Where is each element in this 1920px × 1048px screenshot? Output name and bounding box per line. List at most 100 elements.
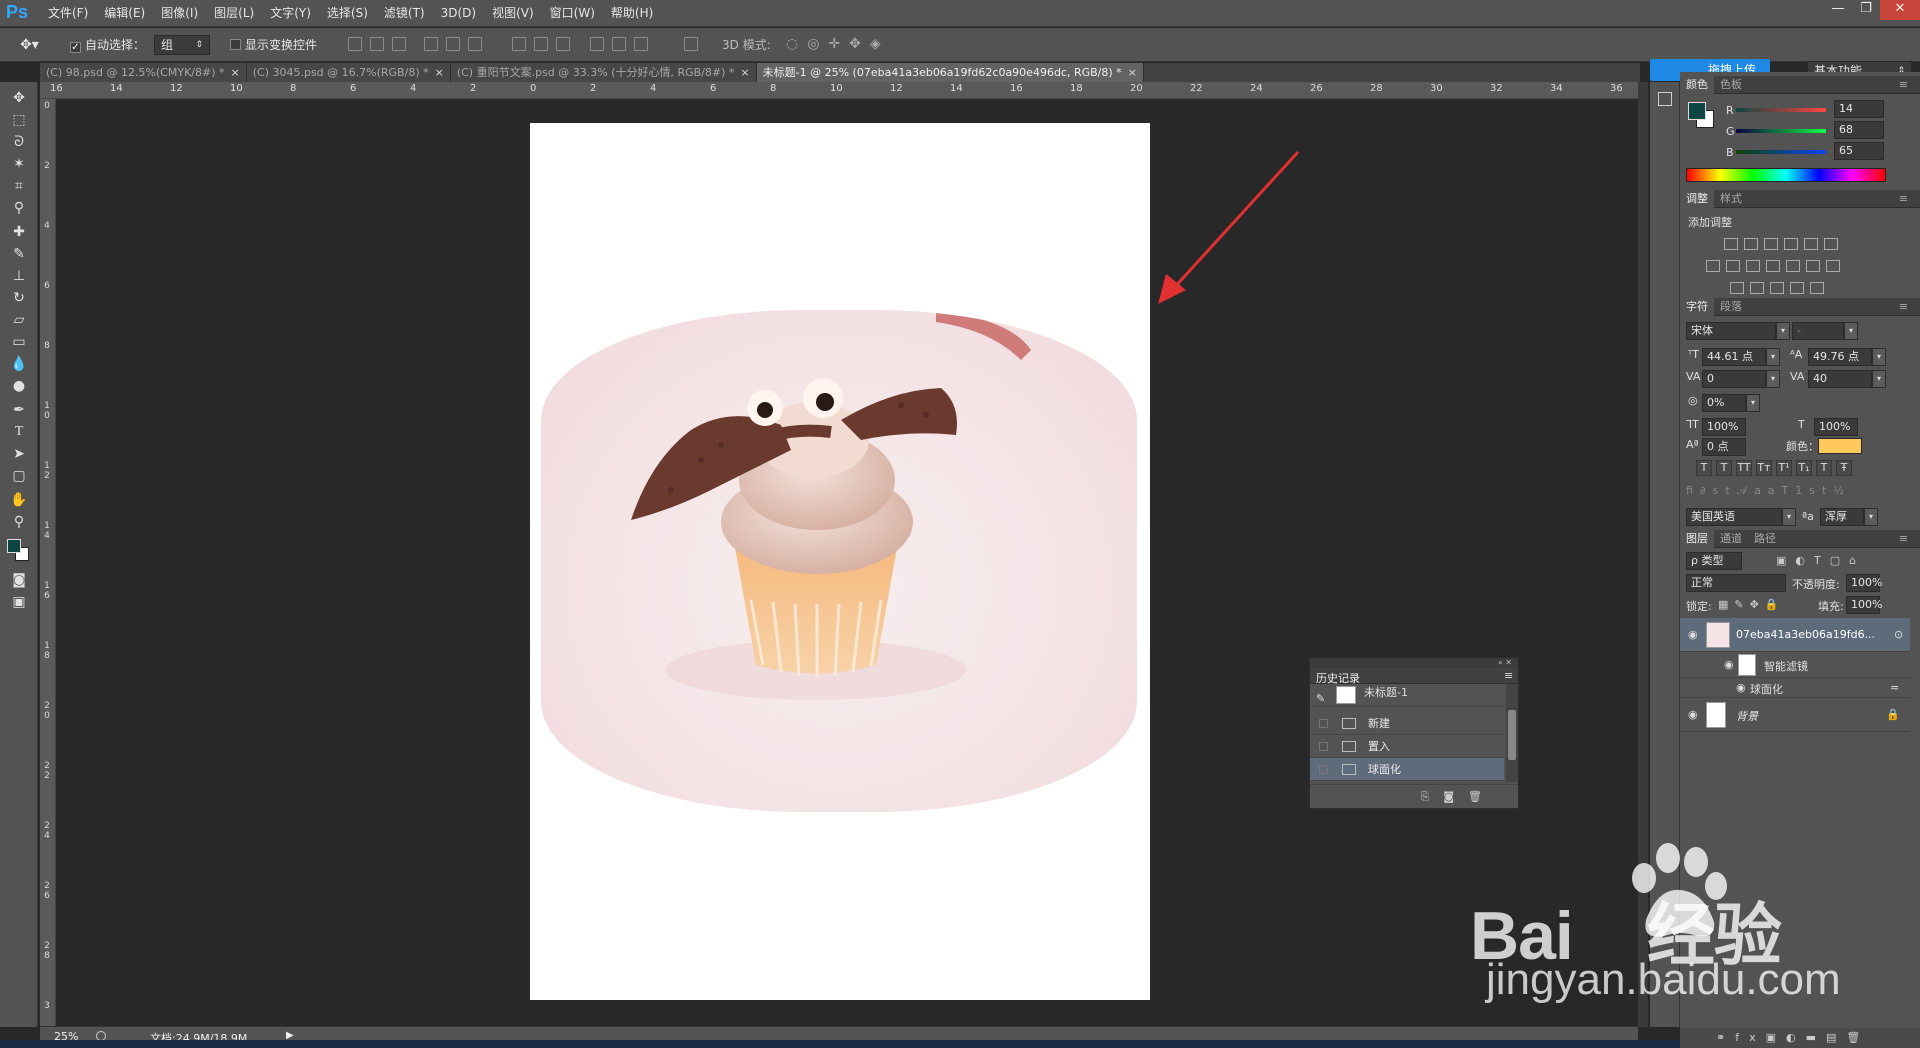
tab-close-icon[interactable]: × — [231, 66, 240, 79]
shape-tool-icon[interactable]: ▢ — [9, 466, 29, 486]
leading-arrow[interactable]: ▾ — [1872, 348, 1886, 366]
move-tool-icon[interactable]: ✥▾ — [20, 35, 39, 55]
antialias-dropdown[interactable]: 浑厚 — [1820, 508, 1864, 526]
b-slider[interactable] — [1736, 150, 1826, 154]
text-color-swatch[interactable] — [1818, 438, 1862, 454]
spherize-filter-label[interactable]: 球面化 — [1750, 681, 1783, 697]
menu-3d[interactable]: 3D(D) — [433, 0, 484, 27]
vertical-scale-input[interactable]: 100% — [1702, 418, 1746, 436]
leading-input[interactable]: 49.76 点 — [1808, 348, 1872, 366]
tracking-input[interactable]: 40 — [1808, 370, 1872, 388]
color-picker-swatches[interactable] — [1686, 100, 1718, 132]
visibility-eye-icon[interactable]: ◉ — [1688, 628, 1698, 641]
eyedropper-tool-icon[interactable]: ⚲ — [9, 198, 29, 218]
adjustment-icon[interactable] — [1766, 260, 1780, 272]
font-style-dropdown[interactable]: - — [1792, 322, 1844, 340]
tab-adjustments[interactable]: 调整 — [1680, 190, 1714, 208]
tab-paragraph[interactable]: 段落 — [1714, 298, 1748, 316]
healing-tool-icon[interactable]: ✚ — [9, 222, 29, 242]
tab-swatches[interactable]: 色板 — [1714, 76, 1748, 94]
quick-mask-icon[interactable]: ◙ — [9, 570, 29, 590]
blend-mode-dropdown[interactable]: 正常 — [1686, 574, 1786, 592]
tab-98psd[interactable]: (C) 98.psd @ 12.5%(CMYK/8#) * × — [40, 63, 247, 83]
menu-select[interactable]: 选择(S) — [319, 0, 376, 27]
scale-pct-input[interactable]: 0% — [1702, 394, 1746, 412]
brush-tool-icon[interactable]: ✎ — [9, 244, 29, 264]
blur-tool-icon[interactable]: 💧 — [9, 354, 29, 374]
visibility-eye-icon[interactable]: ◉ — [1736, 681, 1746, 694]
visibility-eye-icon[interactable]: ◉ — [1688, 708, 1698, 721]
distribute-right-icon[interactable] — [634, 37, 648, 51]
tab-character[interactable]: 字符 — [1680, 298, 1714, 316]
r-slider[interactable] — [1736, 108, 1826, 112]
g-value-input[interactable]: 68 — [1834, 121, 1884, 139]
type-style-button[interactable]: T₁ — [1796, 460, 1812, 476]
eraser-tool-icon[interactable]: ▱ — [9, 310, 29, 330]
tab-layers[interactable]: 图层 — [1680, 530, 1714, 548]
type-style-button[interactable]: TT — [1736, 460, 1752, 476]
distribute-bottom-icon[interactable] — [556, 37, 570, 51]
type-style-button[interactable]: Ŧ — [1836, 460, 1852, 476]
history-item[interactable]: 置入 — [1310, 735, 1504, 758]
align-right-icon[interactable] — [468, 37, 482, 51]
history-footer-icons[interactable]: ⎘◙🗑 — [1310, 784, 1518, 808]
menu-filter[interactable]: 滤镜(T) — [376, 0, 433, 27]
adjustment-icon[interactable] — [1726, 260, 1740, 272]
opacity-input[interactable]: 100% — [1846, 574, 1882, 592]
tab-close-icon[interactable]: × — [740, 66, 749, 79]
fill-input[interactable]: 100% — [1846, 596, 1882, 614]
opentype-icons[interactable]: ﬁ∂st𝒜aaT1st½ — [1686, 484, 1886, 498]
type-style-button[interactable]: T — [1716, 460, 1732, 476]
font-family-dropdown[interactable]: 宋体 — [1686, 322, 1776, 340]
history-brush-icon[interactable]: ↻ — [9, 288, 29, 308]
panel-menu-icon[interactable]: ≡ — [1893, 298, 1914, 316]
panel-menu-icon[interactable]: ≡ — [1893, 530, 1914, 548]
marquee-tool-icon[interactable]: ⬚ — [9, 110, 29, 130]
history-panel-icon[interactable] — [1658, 92, 1672, 106]
menu-view[interactable]: 视图(V) — [484, 0, 542, 27]
filter-options-icon[interactable]: ≂ — [1890, 681, 1899, 694]
adjustment-icon[interactable] — [1724, 238, 1738, 250]
adjustment-icon[interactable] — [1750, 282, 1764, 294]
zoom-tool-icon[interactable]: ⚲ — [9, 512, 29, 532]
stamp-tool-icon[interactable]: ⊥ — [9, 266, 29, 286]
layer-row-spherize[interactable]: ◉ 球面化 ≂ — [1680, 678, 1910, 698]
baseline-input[interactable]: 0 点 — [1702, 438, 1746, 456]
minimize-button[interactable]: — — [1824, 0, 1852, 20]
type-style-button[interactable]: T — [1696, 460, 1712, 476]
distribute-top-icon[interactable] — [512, 37, 526, 51]
align-vcenter-icon[interactable] — [370, 37, 384, 51]
tab-paths[interactable]: 路径 — [1748, 530, 1782, 548]
menu-edit[interactable]: 编辑(E) — [96, 0, 153, 27]
menu-help[interactable]: 帮助(H) — [603, 0, 661, 27]
type-style-button[interactable]: T — [1816, 460, 1832, 476]
tab-channels[interactable]: 通道 — [1714, 530, 1748, 548]
3d-tools-icon[interactable]: ◌◎✛✥◈ — [786, 36, 890, 52]
pen-tool-icon[interactable]: ✒ — [9, 400, 29, 420]
tab-3045psd[interactable]: (C) 3045.psd @ 16.7%(RGB/8) * × — [246, 63, 451, 83]
align-hcenter-icon[interactable] — [446, 37, 460, 51]
screen-mode-icon[interactable]: ▣ — [9, 592, 29, 612]
b-value-input[interactable]: 65 — [1834, 142, 1884, 160]
adjustment-icon[interactable] — [1806, 260, 1820, 272]
color-spectrum-bar[interactable] — [1686, 168, 1886, 182]
adjustment-icon[interactable] — [1764, 238, 1778, 250]
auto-align-icon[interactable] — [684, 37, 698, 51]
kerning-arrow[interactable]: ▾ — [1766, 370, 1780, 388]
tab-untitled-1[interactable]: 未标题-1 @ 25% (07eba41a3eb06a19fd62c0a90e4… — [756, 63, 1144, 83]
auto-select-dropdown[interactable]: 组 ⇕ — [154, 35, 210, 55]
layers-footer-icons[interactable]: ⚭fx▣◐▬▤🗑 — [1680, 1028, 1920, 1048]
tracking-arrow[interactable]: ▾ — [1872, 370, 1886, 388]
type-style-button[interactable]: T¹ — [1776, 460, 1792, 476]
layer-row-smart-filter[interactable]: ◉ 智能滤镜 — [1680, 652, 1910, 678]
layer-name[interactable]: 07eba41a3eb06a19fd6... — [1736, 628, 1875, 641]
lock-icons[interactable]: ▦✎✥🔒 — [1718, 598, 1785, 611]
font-family-arrow[interactable]: ▾ — [1776, 322, 1790, 340]
align-left-icon[interactable] — [424, 37, 438, 51]
type-style-button[interactable]: Tт — [1756, 460, 1772, 476]
adjustment-icon[interactable] — [1824, 238, 1838, 250]
tab-chongyang[interactable]: (C) 重阳节文案.psd @ 33.3% (十分好心情, RGB/8#) * × — [450, 63, 757, 83]
layer-row-background[interactable]: ◉ 背景 🔒 — [1680, 698, 1910, 732]
history-scrollbar[interactable] — [1506, 684, 1518, 782]
history-item[interactable]: 新建 — [1310, 712, 1504, 735]
